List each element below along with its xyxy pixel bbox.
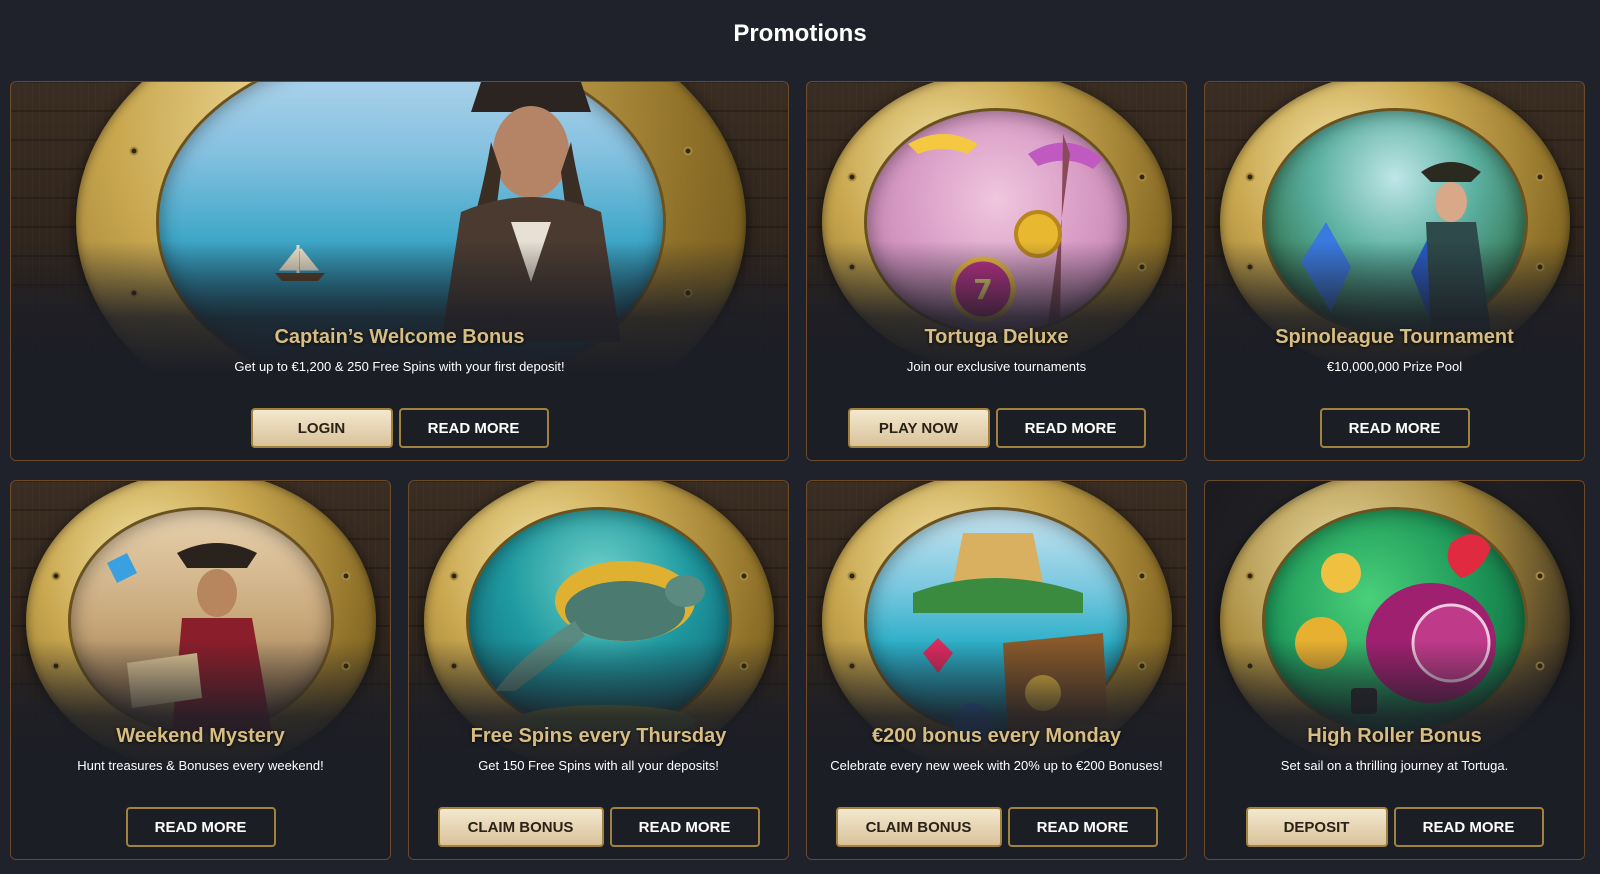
porthole-bolt [1245,172,1255,182]
card-title: Free Spins every Thursday [470,725,727,747]
read-more-button[interactable]: READ MORE [398,408,549,448]
card-title: Captain’s Welcome Bonus [274,326,525,348]
porthole-bolt [847,262,857,272]
promo-card-tortuga-deluxe: 7 Tortuga Deluxe Join our exclusive tour… [806,81,1187,461]
promo-image [68,507,334,735]
porthole-bolt [449,571,459,581]
porthole-bolt [847,172,857,182]
porthole-bolt [1245,661,1255,671]
play-now-button[interactable]: PLAY NOW [847,408,990,448]
promo-image: 7 [864,108,1130,336]
porthole-bolt [129,146,139,156]
porthole-bolt [739,661,749,671]
promo-image [466,507,732,738]
pirate-map-icon [106,543,272,734]
promo-image [156,82,666,401]
sea-turtle-icon [494,561,705,738]
card-title: Tortuga Deluxe [924,326,1069,348]
promo-image [864,507,1130,744]
porthole-bolt [449,661,459,671]
porthole-bolt [683,146,693,156]
promo-card-spinoleague: Spinoleague Tournament €10,000,000 Prize… [1204,81,1585,461]
card-title: High Roller Bonus [1307,725,1482,747]
read-more-button[interactable]: READ MORE [1007,807,1158,847]
pirate-captain-icon [441,82,622,342]
promo-image [1262,507,1528,735]
porthole-bolt [1245,262,1255,272]
porthole-bolt [341,571,351,581]
promo-card-monday-bonus: €200 bonus every Monday Celebrate every … [806,480,1187,860]
card-title: Weekend Mystery [116,725,285,747]
porthole-bolt [1245,571,1255,581]
promo-image [1262,108,1528,336]
porthole-frame [76,82,746,457]
promo-card-high-roller: High Roller Bonus Set sail on a thrillin… [1204,480,1585,860]
read-more-button[interactable]: READ MORE [1393,807,1544,847]
promo-card-free-spins-thursday: Free Spins every Thursday Get 150 Free S… [408,480,789,860]
porthole-bolt [51,571,61,581]
porthole-bolt [341,661,351,671]
read-more-button[interactable]: READ MORE [125,807,276,847]
login-button[interactable]: LOGIN [250,408,393,448]
porthole-bolt [1137,571,1147,581]
card-description: Hunt treasures & Bonuses every weekend! [77,758,324,773]
porthole-bolt [1535,661,1545,671]
card-title: Spinoleague Tournament [1275,326,1514,348]
promo-card-weekend-mystery: Weekend Mystery Hunt treasures & Bonuses… [10,480,391,860]
claim-bonus-button[interactable]: CLAIM BONUS [835,807,1002,847]
card-description: Get up to €1,200 & 250 Free Spins with y… [234,359,565,374]
claim-bonus-button[interactable]: CLAIM BONUS [437,807,604,847]
porthole-bolt [129,288,139,298]
card-description: Celebrate every new week with 20% up to … [830,758,1163,773]
porthole-bolt [1535,571,1545,581]
card-description: €10,000,000 Prize Pool [1326,359,1463,374]
card-title: €200 bonus every Monday [872,725,1121,747]
parachute-slot-icon: 7 [907,134,1103,325]
porthole-bolt [739,571,749,581]
read-more-button[interactable]: READ MORE [995,408,1146,448]
card-description: Set sail on a thrilling journey at Tortu… [1280,758,1509,773]
porthole-bolt [1535,172,1545,182]
porthole-bolt [847,661,857,671]
page-title: Promotions [733,20,867,47]
card-description: Join our exclusive tournaments [906,359,1087,374]
crystal-pirate-icon [1300,162,1491,333]
card-description: Get 150 Free Spins with all your deposit… [478,758,719,773]
deposit-button[interactable]: DEPOSIT [1245,807,1388,847]
sailing-ship-icon [275,245,326,282]
porthole-bolt [1535,262,1545,272]
promo-card-welcome-bonus: Captain’s Welcome Bonus Get up to €1,200… [10,81,789,461]
porthole-bolt [51,661,61,671]
porthole-bolt [847,571,857,581]
treasure-chest-icon [912,533,1108,744]
read-more-button[interactable]: READ MORE [1319,408,1470,448]
porthole-bolt [683,288,693,298]
porthole-bolt [1137,262,1147,272]
read-more-button[interactable]: READ MORE [609,807,760,847]
porthole-bolt [1137,172,1147,182]
porthole-bolt [1137,661,1147,671]
roulette-slot-icon [1294,534,1496,715]
svg-text:7: 7 [973,273,992,306]
